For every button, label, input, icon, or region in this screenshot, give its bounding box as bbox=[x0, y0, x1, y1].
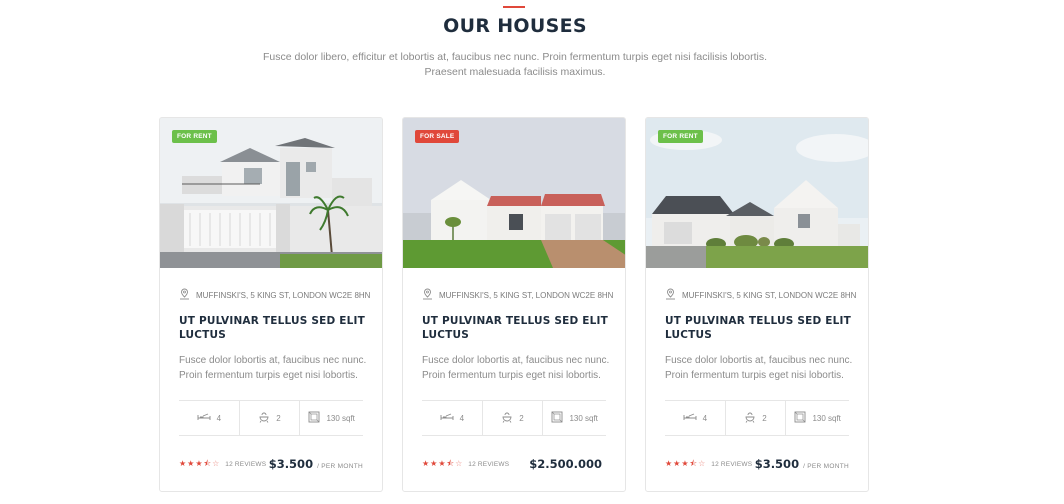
star-icon: ★ bbox=[430, 459, 438, 468]
property-features: 4 2 130 sqft bbox=[665, 400, 849, 436]
price-period: / PER MONTH bbox=[317, 463, 363, 470]
star-empty-icon: ☆ bbox=[212, 459, 220, 468]
area-feature: 130 sqft bbox=[543, 401, 606, 435]
beds-count: 4 bbox=[216, 413, 222, 423]
listing-status-badge: FOR SALE bbox=[415, 130, 460, 143]
property-card[interactable]: FOR RENT MUFFINSKI'S, 5 KING ST, LONDON … bbox=[645, 117, 869, 492]
property-photo[interactable]: FOR RENT bbox=[160, 118, 382, 268]
review-count[interactable]: 12 REVIEWS bbox=[711, 461, 752, 468]
star-rating: ★ ★ ★ ⯪ ☆ bbox=[665, 459, 705, 469]
beds-count: 4 bbox=[459, 413, 465, 423]
address-text: MUFFINSKI'S, 5 KING ST, LONDON WC2E 8HN bbox=[196, 290, 371, 300]
property-features: 4 2 130 sqft bbox=[179, 400, 363, 436]
section-subtitle-line-2: Praesent malesuada facilisis maximus. bbox=[424, 65, 606, 78]
map-pin-icon bbox=[422, 288, 433, 302]
star-icon: ★ bbox=[681, 459, 689, 468]
star-icon: ★ bbox=[179, 459, 187, 468]
shower-icon bbox=[501, 411, 513, 425]
title-accent-bar bbox=[503, 6, 525, 8]
section-title: OUR HOUSES bbox=[443, 15, 587, 37]
star-icon: ★ bbox=[195, 459, 203, 468]
area-value: 130 sqft bbox=[569, 413, 598, 423]
baths-feature: 2 bbox=[726, 401, 787, 435]
property-features: 4 2 130 sqft bbox=[422, 400, 606, 436]
map-pin-icon bbox=[179, 288, 190, 302]
card-footer: ★ ★ ★ ⯪ ☆ 12 REVIEWS $3.500 / PER MONTH bbox=[665, 456, 849, 472]
star-icon: ★ bbox=[665, 459, 673, 468]
baths-feature: 2 bbox=[483, 401, 544, 435]
area-value: 130 sqft bbox=[326, 413, 355, 423]
property-card[interactable]: FOR SALE MUFFINSKI'S, 5 KING ST, LONDON … bbox=[402, 117, 626, 492]
shower-icon bbox=[744, 411, 756, 425]
property-description: Fusce dolor lobortis at, faucibus nec nu… bbox=[179, 355, 367, 381]
bed-icon bbox=[440, 412, 454, 424]
property-card[interactable]: FOR RENT MUFFINSKI'S, 5 KING ST, LONDON … bbox=[159, 117, 383, 492]
listing-status-badge: FOR RENT bbox=[658, 130, 703, 143]
star-half-icon: ⯪ bbox=[203, 459, 212, 468]
star-icon: ★ bbox=[187, 459, 195, 468]
beds-feature: 4 bbox=[665, 401, 726, 435]
price: $3.500 bbox=[268, 457, 314, 471]
area-feature: 130 sqft bbox=[300, 401, 363, 435]
property-photo[interactable]: FOR SALE bbox=[403, 118, 625, 268]
card-footer: ★ ★ ★ ⯪ ☆ 12 REVIEWS $2.500.000 bbox=[422, 456, 606, 472]
property-description: Fusce dolor lobortis at, faucibus nec nu… bbox=[422, 355, 610, 381]
listing-status-badge: FOR RENT bbox=[172, 130, 217, 143]
property-title[interactable]: UT PULVINAR TELLUS SED ELIT LUCTUS bbox=[179, 314, 369, 342]
section-subtitle-line-1: Fusce dolor libero, efficitur et loborti… bbox=[262, 51, 768, 63]
star-icon: ★ bbox=[438, 459, 446, 468]
area-icon bbox=[794, 411, 806, 425]
price-block: $3.500 / PER MONTH bbox=[755, 457, 849, 471]
area-value: 130 sqft bbox=[812, 413, 841, 423]
star-half-icon: ⯪ bbox=[689, 459, 698, 468]
baths-count: 2 bbox=[276, 413, 281, 423]
star-empty-icon: ☆ bbox=[455, 459, 463, 468]
area-icon bbox=[551, 411, 563, 425]
price-period: / PER MONTH bbox=[803, 463, 849, 470]
star-empty-icon: ☆ bbox=[698, 459, 706, 468]
star-icon: ★ bbox=[673, 459, 681, 468]
baths-count: 2 bbox=[519, 413, 524, 423]
star-rating: ★ ★ ★ ⯪ ☆ bbox=[422, 459, 462, 469]
property-title[interactable]: UT PULVINAR TELLUS SED ELIT LUCTUS bbox=[665, 314, 855, 342]
price: $2.500.000 bbox=[529, 457, 602, 471]
price: $3.500 bbox=[754, 457, 800, 471]
beds-count: 4 bbox=[702, 413, 708, 423]
beds-feature: 4 bbox=[179, 401, 240, 435]
review-count[interactable]: 12 REVIEWS bbox=[468, 461, 509, 468]
review-count[interactable]: 12 REVIEWS bbox=[225, 461, 266, 468]
price-block: $3.500 / PER MONTH bbox=[269, 457, 363, 471]
property-photo[interactable]: FOR RENT bbox=[646, 118, 868, 268]
star-rating: ★ ★ ★ ⯪ ☆ bbox=[179, 459, 219, 469]
area-icon bbox=[308, 411, 320, 425]
card-footer: ★ ★ ★ ⯪ ☆ 12 REVIEWS $3.500 / PER MONTH bbox=[179, 456, 363, 472]
bed-icon bbox=[197, 412, 211, 424]
property-address: MUFFINSKI'S, 5 KING ST, LONDON WC2E 8HN bbox=[665, 288, 856, 302]
section-subtitle: Fusce dolor libero, efficitur et loborti… bbox=[0, 50, 1030, 79]
property-address: MUFFINSKI'S, 5 KING ST, LONDON WC2E 8HN bbox=[422, 288, 613, 302]
area-feature: 130 sqft bbox=[786, 401, 849, 435]
baths-count: 2 bbox=[762, 413, 767, 423]
address-text: MUFFINSKI'S, 5 KING ST, LONDON WC2E 8HN bbox=[439, 290, 614, 300]
map-pin-icon bbox=[665, 288, 676, 302]
bed-icon bbox=[683, 412, 697, 424]
address-text: MUFFINSKI'S, 5 KING ST, LONDON WC2E 8HN bbox=[682, 290, 857, 300]
property-description: Fusce dolor lobortis at, faucibus nec nu… bbox=[665, 355, 853, 381]
property-title[interactable]: UT PULVINAR TELLUS SED ELIT LUCTUS bbox=[422, 314, 612, 342]
baths-feature: 2 bbox=[240, 401, 301, 435]
star-half-icon: ⯪ bbox=[446, 459, 455, 468]
beds-feature: 4 bbox=[422, 401, 483, 435]
shower-icon bbox=[258, 411, 270, 425]
star-icon: ★ bbox=[422, 459, 430, 468]
price-block: $2.500.000 bbox=[529, 457, 606, 471]
property-address: MUFFINSKI'S, 5 KING ST, LONDON WC2E 8HN bbox=[179, 288, 370, 302]
